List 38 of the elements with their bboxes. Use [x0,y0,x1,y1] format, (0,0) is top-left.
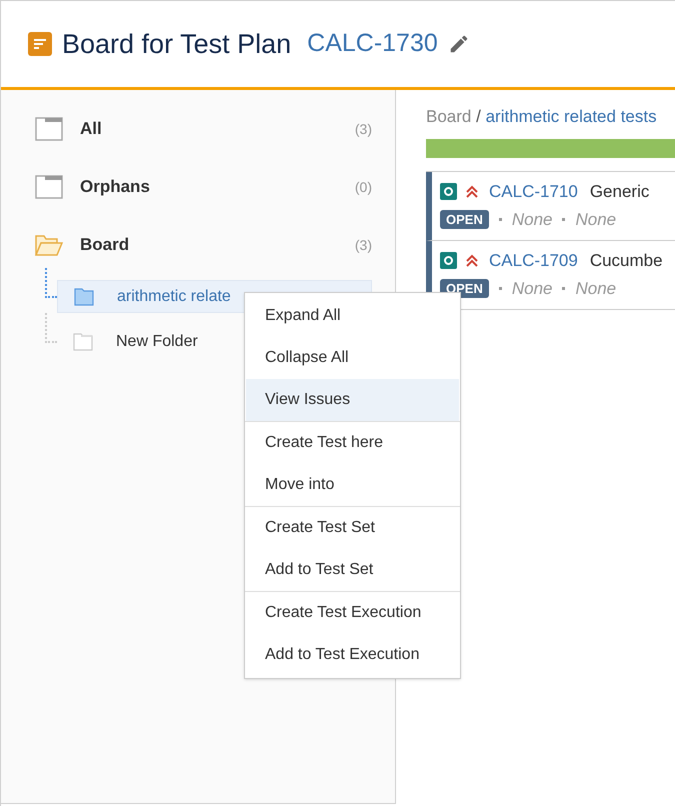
menu-item[interactable]: Create Test Set [246,507,459,549]
tree-item[interactable]: Orphans (0) [35,158,372,216]
field-value: None [512,208,552,231]
folder-icon [35,117,63,141]
tree-connector [45,313,57,343]
priority-icon [466,254,478,268]
field-value: None [575,208,616,231]
test-plan-icon [28,32,52,56]
priority-icon [466,184,478,198]
test-type-icon [440,183,457,200]
tree-item[interactable]: Board (3) [35,216,372,274]
item-count: (0) [354,178,372,197]
breadcrumb-separator: / [476,107,481,126]
test-type-icon [440,252,457,269]
issue-summary: Generic [590,180,650,203]
status-badge: OPEN [440,210,489,229]
item-count: (3) [354,236,372,255]
menu-item[interactable]: Collapse All [246,337,459,379]
page-title: Board for Test Plan [62,28,292,61]
field-value: None [575,278,616,300]
item-count: (3) [354,120,372,139]
breadcrumb-link[interactable]: arithmetic related tests [486,107,657,126]
folder-icon [35,175,63,199]
issue-link[interactable]: CALC-1730 [307,25,438,63]
issue-summary: Cucumbe [590,250,663,272]
menu-item[interactable]: Add to Test Set [246,549,459,591]
issue-link[interactable]: CALC-1709 [489,248,578,274]
folder-icon [73,332,93,350]
tree-item[interactable]: All (3) [35,100,372,158]
issue-link[interactable]: CALC-1710 [489,178,578,204]
menu-item[interactable]: Create Test here [246,422,459,464]
menu-item[interactable]: View Issues [246,379,459,421]
menu-item[interactable]: Create Test Execution [246,592,459,634]
folder-icon [74,288,94,306]
menu-item[interactable]: Add to Test Execution [246,634,459,676]
open-folder-icon [35,233,63,257]
field-value: None [512,278,552,300]
menu-item[interactable]: Move into [246,464,459,506]
